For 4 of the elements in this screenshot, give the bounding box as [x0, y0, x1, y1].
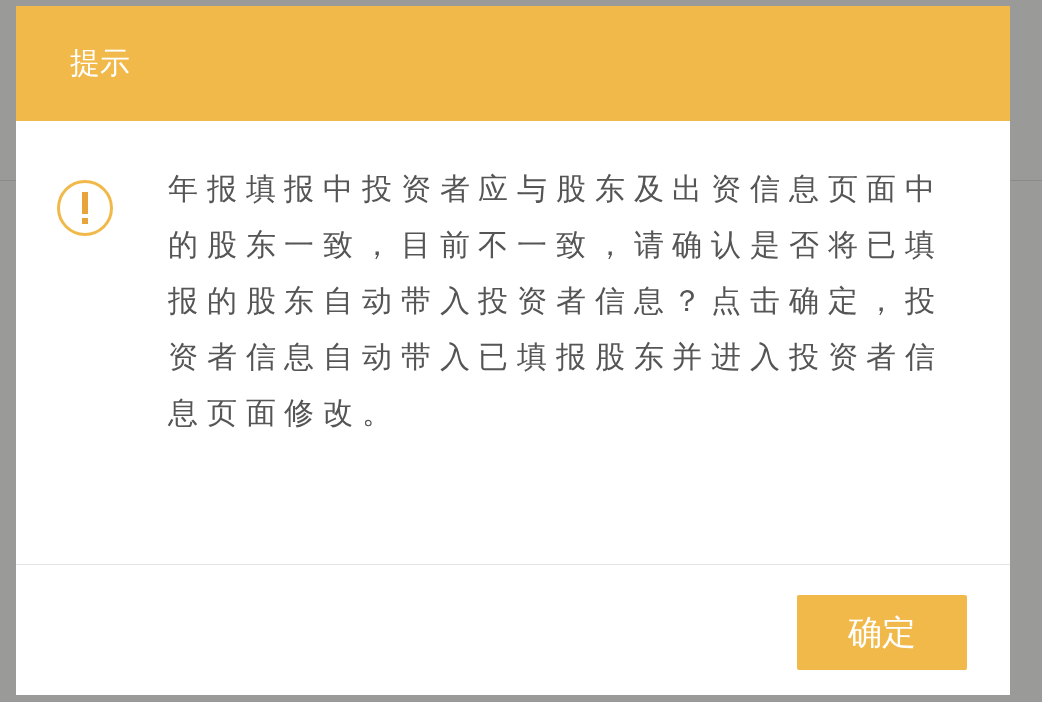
dialog-title: 提示 [70, 44, 130, 82]
warning-icon [56, 179, 114, 237]
message-text: 年报填报中投资者应与股东及出资信息页面中的股东一致，目前不一致，请确认是否将已填报的股东自动带入投资者信息？点击确定，投资者信息自动带入已填报股东并进入投资者信息页面修改。 [168, 170, 945, 432]
confirm-button[interactable]: 确定 [797, 595, 967, 670]
